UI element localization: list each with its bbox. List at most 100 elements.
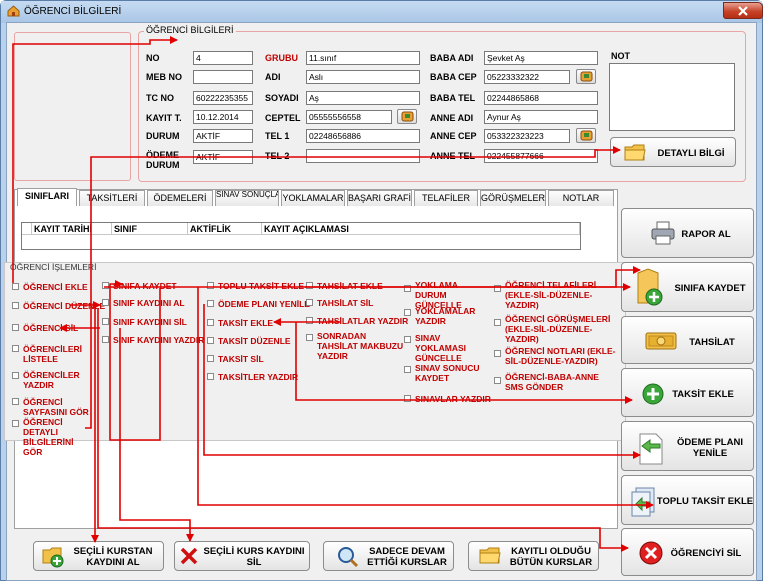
op-checkbox[interactable] [404, 336, 411, 343]
ceptel-field[interactable]: 05555556558 [306, 110, 392, 124]
op-checkbox[interactable] [404, 285, 411, 292]
secili-kurstan-kaydini-al-button[interactable]: SEÇİLİ KURSTAN KAYDINI AL [33, 541, 164, 571]
not-label: NOT [611, 51, 630, 61]
tab-gorusmeler[interactable]: GÖRÜŞMELER [480, 190, 546, 206]
op-ogrenci-sil: ÖĞRENCİ SİL [23, 323, 79, 333]
op-checkbox[interactable] [102, 318, 109, 325]
tab-basari-grafigi[interactable]: BAŞARI GRAFİĞİ [347, 190, 412, 206]
op-checkbox[interactable] [12, 372, 19, 379]
op-checkbox[interactable] [12, 302, 19, 309]
odeme-plani-yenile-button[interactable]: ÖDEME PLANI YENİLE [621, 421, 754, 471]
devam-label-1: SADECE DEVAM [369, 546, 445, 557]
anne-cep-label: ANNE CEP [430, 131, 477, 141]
grid-col-kayit-tarihi[interactable]: KAYIT TARİHİ [32, 223, 112, 235]
tab-telafiler[interactable]: TELAFİLER [414, 190, 478, 206]
secili-kurs-kaydini-sil-button[interactable]: SEÇİLİ KURS KAYDINI SİL [174, 541, 310, 571]
tab-odemeleri[interactable]: ÖDEMELERİ [147, 190, 213, 206]
op-checkbox[interactable] [494, 285, 501, 292]
tab-siniflari[interactable]: SINIFLARI [17, 188, 77, 206]
tel2-field[interactable] [306, 149, 420, 163]
phone-icon [580, 71, 593, 82]
baba-cep-sms-button[interactable] [576, 69, 596, 84]
grid-col-sinif[interactable]: SINIF [112, 223, 188, 235]
baba-tel-field[interactable]: 02244865868 [484, 91, 598, 105]
op-checkbox[interactable] [207, 373, 214, 380]
op-checkbox[interactable] [404, 395, 411, 402]
op-checkbox[interactable] [207, 300, 214, 307]
op-checkbox[interactable] [404, 366, 411, 373]
detayli-bilgi-button[interactable]: DETAYLI BİLGİ [610, 137, 736, 167]
op-ogrenci-gorusmeleri: ÖĞRENCİ GÖRÜŞMELERİ (EKLE-SİL-DÜZENLE-YA… [505, 314, 611, 344]
op-checkbox[interactable] [306, 317, 313, 324]
tab-taksitleri[interactable]: TAKSİTLERİ [79, 190, 145, 206]
op-checkbox[interactable] [306, 282, 313, 289]
op-checkbox[interactable] [207, 337, 214, 344]
tahsilat-label: TAHSİLAT [689, 337, 735, 348]
anne-adi-field[interactable]: Aynur Aş [484, 110, 598, 124]
op-checkbox[interactable] [494, 377, 501, 384]
meb-no-field[interactable] [193, 70, 253, 84]
op-ogrencileri-listele: ÖĞRENCİLERİ LİSTELE [23, 344, 83, 364]
op-checkbox[interactable] [102, 299, 109, 306]
baba-cep-field[interactable]: 05223332322 [484, 70, 570, 84]
taksit-ekle-button[interactable]: TAKSİT EKLE [621, 368, 754, 417]
op-ogrenci-notlari: ÖĞRENCİ NOTLARI (EKLE-SİL-DÜZENLE-YAZDIR… [505, 346, 616, 366]
ceptel-sms-button[interactable] [397, 109, 417, 124]
ogrenciyi-sil-button[interactable]: ÖĞRENCİYİ SİL [621, 528, 754, 576]
tab-sinav-sonuclari[interactable]: SINAV SONUÇLARI [215, 190, 279, 206]
adi-field[interactable]: Aslı [306, 70, 420, 84]
op-checkbox[interactable] [12, 345, 19, 352]
detayli-bilgi-label: DETAYLI BİLGİ [657, 148, 725, 159]
close-button[interactable] [723, 2, 763, 19]
app-icon [7, 5, 20, 17]
tel1-field[interactable]: 02248656886 [306, 129, 420, 143]
baba-adi-field[interactable]: Şevket Aş [484, 51, 598, 65]
not-textarea[interactable] [609, 63, 735, 131]
soyadi-field[interactable]: Aş [306, 91, 420, 105]
op-sms-gonder: ÖĞRENCİ-BABA-ANNE SMS GÖNDER [505, 372, 599, 392]
no-field[interactable]: 4 [193, 51, 253, 65]
op-checkbox[interactable] [494, 319, 501, 326]
op-checkbox[interactable] [306, 334, 313, 341]
rapor-al-label: RAPOR AL [681, 229, 731, 240]
op-tahsilat-ekle: TAHSİLAT EKLE [317, 281, 383, 291]
grubu-field[interactable]: 11.sınıf [306, 51, 420, 65]
op-checkbox[interactable] [207, 319, 214, 326]
op-checkbox[interactable] [12, 420, 19, 427]
odeme-durum-field[interactable]: AKTİF [193, 150, 253, 164]
grid-col-kayit-aciklamasi[interactable]: KAYIT AÇIKLAMASI [262, 223, 580, 235]
tahsilat-button[interactable]: TAHSİLAT [621, 316, 754, 364]
op-checkbox[interactable] [207, 282, 214, 289]
op-odeme-plani-yenile: ÖDEME PLANI YENİLE [218, 299, 310, 309]
kayit-t-field[interactable]: 10.12.2014 [193, 110, 253, 124]
anne-tel-field[interactable]: 022455877666 [484, 149, 598, 163]
classes-grid[interactable]: KAYIT TARİHİ SINIF AKTİFLİK KAYIT AÇIKLA… [21, 222, 581, 250]
sinifa-kaydet-button[interactable]: SINIFA KAYDET [621, 262, 754, 312]
op-checkbox[interactable] [12, 324, 19, 331]
op-checkbox[interactable] [207, 355, 214, 362]
kayitli-label-2: BÜTÜN KURSLAR [509, 557, 593, 568]
op-checkbox[interactable] [12, 398, 19, 405]
op-sinif-kaydini-sil: SINIF KAYDINI SİL [113, 317, 187, 327]
anne-cep-field[interactable]: 053322323223 [484, 129, 570, 143]
op-checkbox[interactable] [102, 336, 109, 343]
grid-col-aktiflik[interactable]: AKTİFLİK [188, 223, 262, 235]
op-taksit-duzenle: TAKSİT DÜZENLE [218, 336, 291, 346]
durum-label: DURUM [146, 131, 180, 141]
toplu-taksit-ekle-button[interactable]: TOPLU TAKSİT EKLE [621, 475, 754, 525]
sadece-devam-ettigi-button[interactable]: SADECE DEVAM ETTİĞİ KURSLAR [323, 541, 454, 571]
op-checkbox[interactable] [404, 309, 411, 316]
tc-no-field[interactable]: 60222235355 [193, 91, 253, 105]
kayitli-oldugu-kurslar-button[interactable]: KAYITLI OLDUĞU BÜTÜN KURSLAR [468, 541, 599, 571]
add-icon [642, 383, 664, 405]
tab-yoklamalar[interactable]: YOKLAMALAR [281, 190, 345, 206]
op-checkbox[interactable] [12, 283, 19, 290]
op-checkbox[interactable] [494, 350, 501, 357]
odeme-plani-label-2: YENİLE [692, 448, 728, 459]
tab-notlar[interactable]: NOTLAR [548, 190, 614, 206]
op-checkbox[interactable] [306, 299, 313, 306]
rapor-al-button[interactable]: RAPOR AL [621, 208, 754, 258]
op-checkbox[interactable] [102, 282, 109, 289]
anne-cep-sms-button[interactable] [576, 128, 596, 143]
durum-field[interactable]: AKTİF [193, 129, 253, 143]
